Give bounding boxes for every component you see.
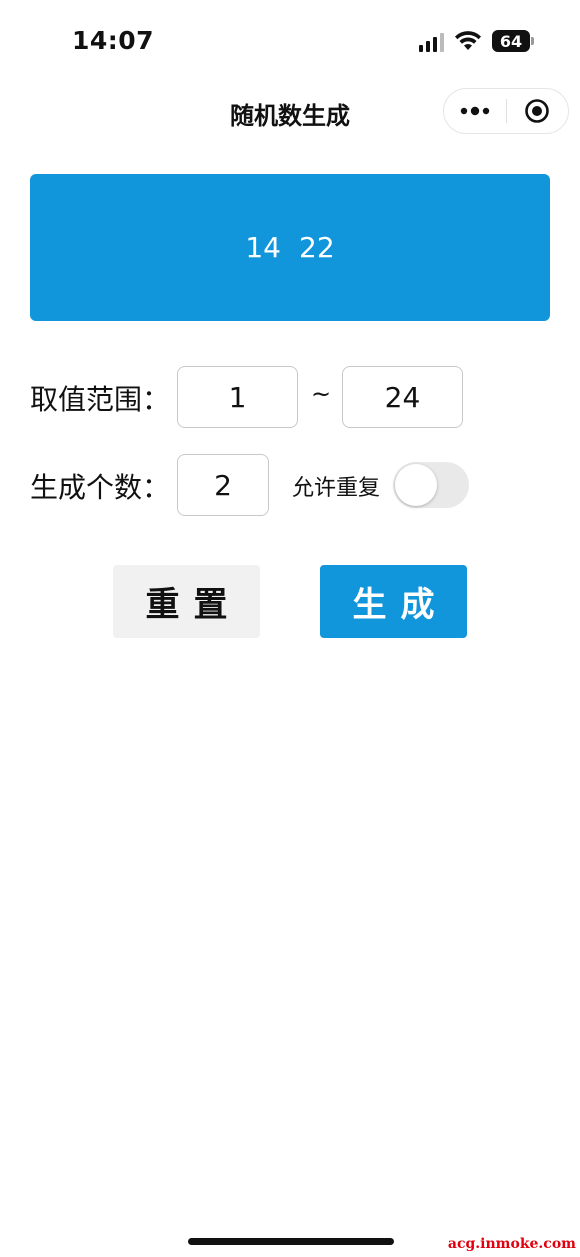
target-circle-icon: [525, 99, 550, 123]
watermark: acg.inmoke.com: [447, 1236, 576, 1252]
status-time: 14:07: [72, 26, 155, 55]
cellular-signal-icon: [419, 30, 444, 52]
battery-icon: 64: [492, 30, 534, 52]
result-number: 14: [245, 231, 281, 264]
range-separator: ~: [311, 380, 332, 408]
generate-button[interactable]: 生成: [320, 565, 467, 638]
home-indicator: [188, 1238, 394, 1245]
status-icons: 64: [419, 30, 534, 52]
result-display: 14 22: [30, 174, 550, 321]
toggle-knob: [395, 464, 437, 506]
allow-repeat-label: 允许重复: [292, 476, 381, 501]
count-input[interactable]: 2: [177, 454, 269, 516]
more-button[interactable]: [444, 88, 506, 134]
range-min-input[interactable]: 1: [177, 366, 298, 428]
result-number: 22: [299, 231, 335, 264]
battery-level: 64: [492, 30, 530, 52]
count-label: 生成个数：: [30, 471, 171, 504]
range-max-input[interactable]: 24: [342, 366, 463, 428]
screen: 14:07 64 随机数生成 14 22 取值范围： 1 ~ 24 生成个数： …: [0, 0, 580, 1257]
wifi-icon: [455, 31, 481, 50]
more-dots-icon: [460, 106, 489, 116]
reset-button[interactable]: 重置: [113, 565, 260, 638]
allow-repeat-toggle[interactable]: [393, 462, 469, 508]
range-label: 取值范围：: [30, 383, 171, 416]
mini-program-capsule: [443, 88, 569, 134]
close-button[interactable]: [506, 88, 568, 134]
